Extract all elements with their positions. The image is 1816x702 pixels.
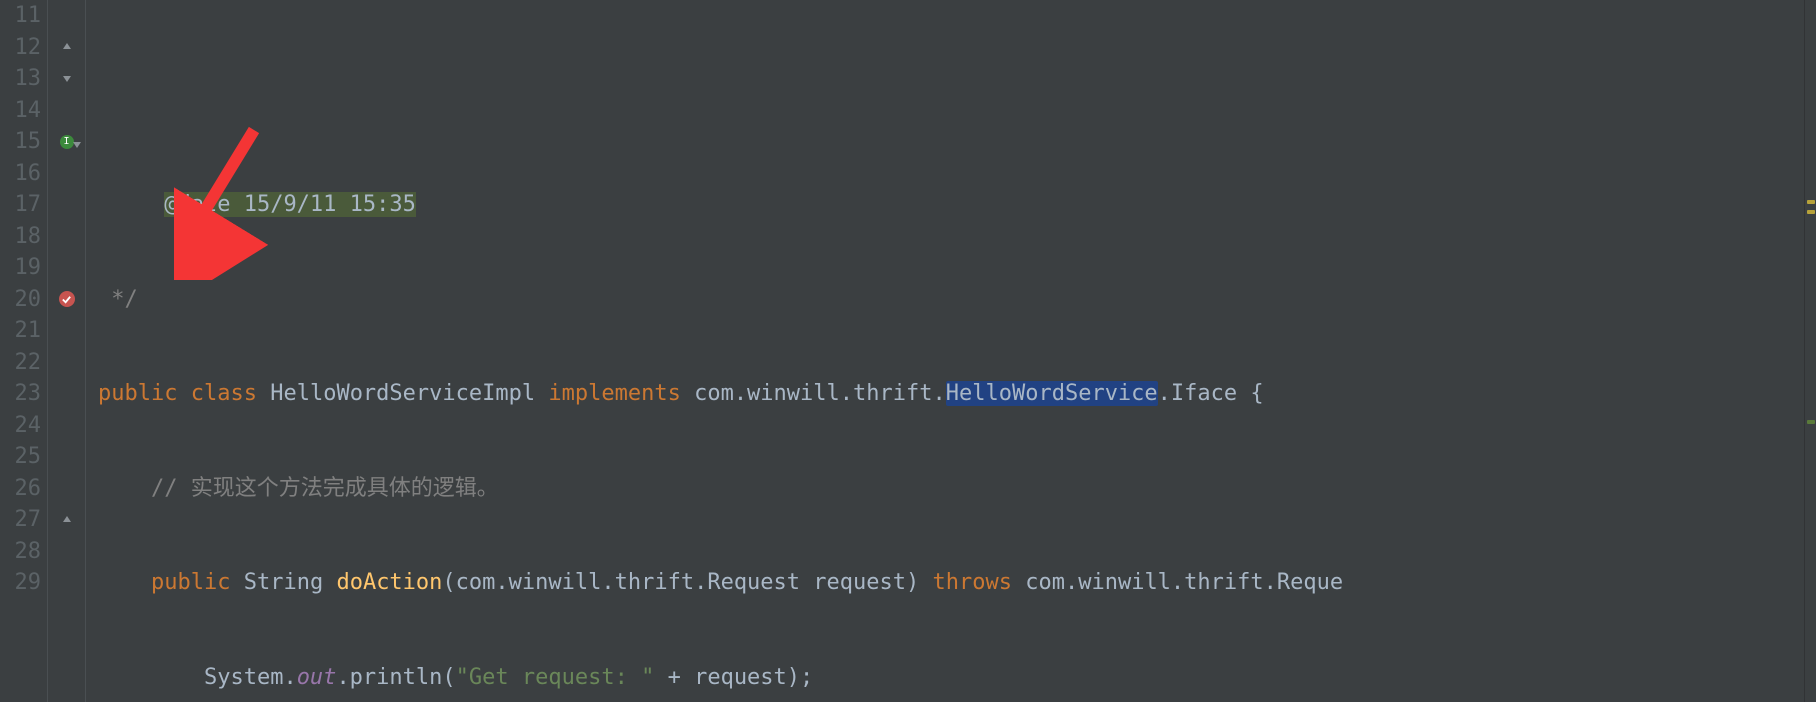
line-num[interactable]: 25: [0, 441, 41, 473]
code-text: System.: [204, 665, 297, 690]
line-number-gutter[interactable]: 11 12 13 14 15 16 17 18 19 20 21 22 23 2…: [0, 0, 48, 702]
line-num[interactable]: 23: [0, 378, 41, 410]
line-num[interactable]: 13: [0, 63, 41, 95]
code-area[interactable]: @date 15/9/11 15:35 */ public class Hell…: [86, 0, 1804, 702]
error-stripe[interactable]: [1804, 0, 1816, 702]
line-num[interactable]: 20: [0, 284, 41, 316]
line-num[interactable]: 27: [0, 504, 41, 536]
code-text: .Iface {: [1158, 381, 1264, 406]
line-num[interactable]: 16: [0, 158, 41, 190]
code-text: implements: [548, 381, 680, 406]
line-num[interactable]: 14: [0, 95, 41, 127]
line-num[interactable]: 21: [0, 315, 41, 347]
code-text: com.winwill.thrift.: [694, 381, 946, 406]
code-text: throws: [933, 570, 1012, 595]
line-num[interactable]: 28: [0, 536, 41, 568]
code-text: + request);: [654, 665, 813, 690]
line-num[interactable]: 26: [0, 473, 41, 505]
code-text: HelloWordServiceImpl: [270, 381, 535, 406]
info-marker[interactable]: [1807, 420, 1815, 424]
line-num[interactable]: 12: [0, 32, 41, 64]
code-text: (com.winwill.thrift.Request request): [442, 570, 919, 595]
code-text: String: [244, 570, 323, 595]
fold-end-icon[interactable]: [61, 514, 73, 526]
line-num[interactable]: 29: [0, 567, 41, 599]
fold-end-icon[interactable]: [61, 41, 73, 53]
highlighted-symbol: HelloWordService: [946, 381, 1158, 406]
line-num[interactable]: 22: [0, 347, 41, 379]
code-editor[interactable]: 11 12 13 14 15 16 17 18 19 20 21 22 23 2…: [0, 0, 1816, 702]
code-text: com.winwill.thrift.Reque: [1025, 570, 1343, 595]
warning-marker[interactable]: [1807, 200, 1815, 204]
code-text: class: [191, 381, 257, 406]
code-text: */: [98, 287, 138, 312]
warning-marker[interactable]: [1807, 210, 1815, 214]
line-num[interactable]: 11: [0, 0, 41, 32]
line-num[interactable]: 17: [0, 189, 41, 221]
fold-start-icon[interactable]: [61, 73, 73, 85]
code-text: public: [151, 570, 230, 595]
breakpoint-icon[interactable]: [59, 291, 75, 307]
code-text: @date 15/9/11 15:35: [164, 192, 416, 217]
code-string: "Get request: ": [456, 665, 655, 690]
line-num[interactable]: 24: [0, 410, 41, 442]
code-text: public: [98, 381, 177, 406]
line-num[interactable]: 19: [0, 252, 41, 284]
fold-start-icon[interactable]: [71, 139, 83, 151]
code-comment: // 实现这个方法完成具体的逻辑。: [151, 476, 499, 501]
code-text: out: [297, 665, 337, 690]
line-num[interactable]: 18: [0, 221, 41, 253]
line-num[interactable]: 15: [0, 126, 41, 158]
code-text: .println(: [336, 665, 455, 690]
code-method: doAction: [336, 570, 442, 595]
icon-gutter[interactable]: I: [48, 0, 86, 702]
